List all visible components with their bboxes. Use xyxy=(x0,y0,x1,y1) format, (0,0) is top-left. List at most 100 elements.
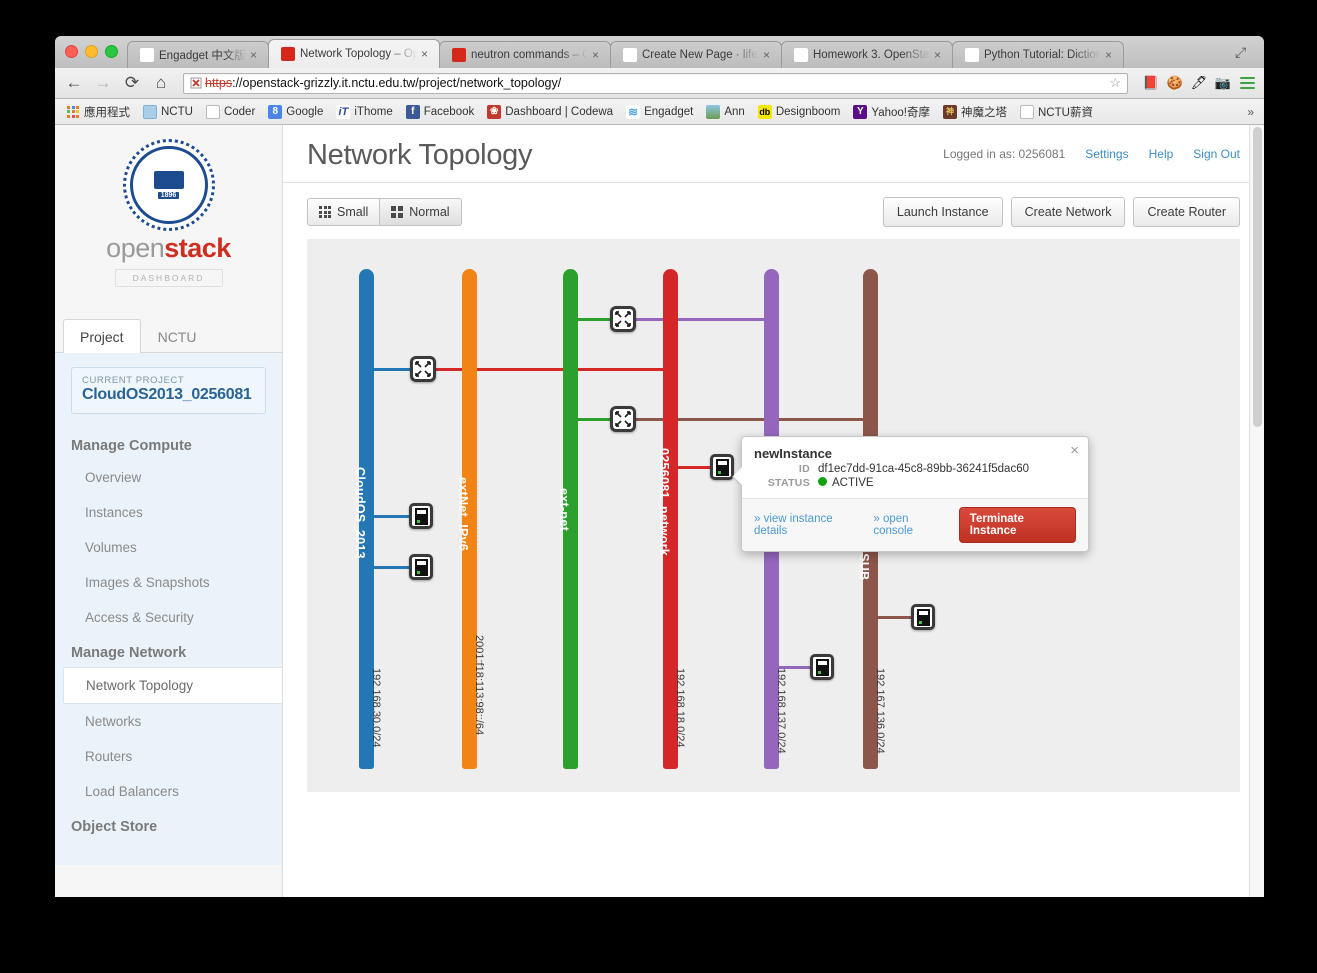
eyedropper-icon[interactable]: 🖊 xyxy=(1190,74,1208,92)
subnet-label: 2001:f18:113:98::/64 xyxy=(473,635,485,736)
close-icon[interactable]: × xyxy=(1070,443,1079,458)
bookmark-designboom[interactable]: db Designboom xyxy=(753,103,846,121)
bookmark-google[interactable]: 8 Google xyxy=(263,103,328,121)
open-console-link[interactable]: » open console xyxy=(873,513,944,537)
content-header: Network Topology Logged in as: 0256081 S… xyxy=(283,125,1264,183)
bookmark-nctu[interactable]: NCTU xyxy=(138,103,198,121)
sidebar: 1896 openstack DASHBOARD Project NCTU CU… xyxy=(55,125,283,897)
sidebar-item-access-security[interactable]: Access & Security xyxy=(55,600,282,635)
bookmark-coder[interactable]: Coder xyxy=(201,103,260,121)
close-icon[interactable]: × xyxy=(1105,49,1115,61)
close-icon[interactable]: × xyxy=(763,49,773,61)
launch-instance-button[interactable]: Launch Instance xyxy=(882,197,1003,227)
settings-link[interactable]: Settings xyxy=(1085,147,1128,161)
home-button[interactable]: ⌂ xyxy=(150,72,172,94)
maximize-window-button[interactable] xyxy=(105,45,118,58)
view-small-label: Small xyxy=(337,205,369,219)
tab-nctu[interactable]: NCTU xyxy=(141,319,214,352)
current-project-box[interactable]: CURRENT PROJECT CloudOS2013_0256081 xyxy=(71,367,266,414)
view-small-button[interactable]: Small xyxy=(307,198,381,226)
popup-id-value: df1ec7dd-91ca-45c8-89bb-36241f5dac60 xyxy=(818,463,1029,475)
close-window-button[interactable] xyxy=(65,45,78,58)
instance-node[interactable] xyxy=(810,654,834,680)
minimize-window-button[interactable] xyxy=(85,45,98,58)
bookmark-facebook[interactable]: f Facebook xyxy=(401,103,480,121)
sign-out-link[interactable]: Sign Out xyxy=(1193,147,1240,161)
instance-node[interactable] xyxy=(409,503,433,529)
server-icon xyxy=(916,608,930,626)
instance-popup[interactable]: × newInstance ID df1ec7dd-91ca-45c8-89bb… xyxy=(732,436,1089,552)
bookmark-engadget[interactable]: ≋ Engadget xyxy=(621,103,698,121)
view-normal-button[interactable]: Normal xyxy=(380,198,462,226)
router-node[interactable] xyxy=(610,306,636,332)
tab-project[interactable]: Project xyxy=(63,319,141,353)
browser-toolbar: ← → ⟳ ⌂ https://openstack-grizzly.it.nct… xyxy=(55,68,1264,99)
bookmark-label: Dashboard | Codewa xyxy=(505,105,614,118)
facebook-icon: f xyxy=(405,104,420,119)
apps-grid-icon xyxy=(66,105,80,119)
browser-tab[interactable]: ≋ Engadget 中文版 × xyxy=(127,41,269,68)
browser-tab[interactable]: ◉ Homework 3. OpenStac × xyxy=(780,41,953,68)
bookmark-yahoo[interactable]: Y Yahoo!奇摩 xyxy=(848,102,935,122)
help-link[interactable]: Help xyxy=(1149,147,1174,161)
router-node[interactable] xyxy=(610,406,636,432)
forward-button[interactable]: → xyxy=(92,72,114,94)
bookmark-label: iThome xyxy=(354,105,393,118)
back-button[interactable]: ← xyxy=(63,72,85,94)
cookie-icon[interactable]: 🍪 xyxy=(1166,74,1184,92)
instance-node[interactable] xyxy=(911,604,935,630)
bookmark-label: Coder xyxy=(223,105,256,118)
brand-logo[interactable]: 1896 openstack DASHBOARD xyxy=(55,125,282,293)
popup-id-row: ID df1ec7dd-91ca-45c8-89bb-36241f5dac60 xyxy=(754,463,1076,475)
close-icon[interactable]: × xyxy=(421,48,431,60)
browser-window: ≋ Engadget 中文版 × Network Topology – Op ×… xyxy=(55,36,1264,897)
browser-tab[interactable]: ◉ Create New Page · life1 × xyxy=(609,41,782,68)
terminate-instance-button[interactable]: Terminate Instance xyxy=(958,507,1076,543)
sidebar-item-images-snapshots[interactable]: Images & Snapshots xyxy=(55,565,282,600)
bookmark-tower[interactable]: 神 神魔之塔 xyxy=(938,102,1012,122)
close-icon[interactable]: × xyxy=(592,49,602,61)
sidebar-item-volumes[interactable]: Volumes xyxy=(55,530,282,565)
primary-actions: Launch Instance Create Network Create Ro… xyxy=(882,197,1240,227)
browser-tab[interactable]: neutron commands – O × xyxy=(438,41,611,68)
bookmark-nctu-salary[interactable]: NCTU薪資 xyxy=(1015,102,1098,122)
sidebar-item-overview[interactable]: Overview xyxy=(55,460,282,495)
router-node[interactable] xyxy=(410,356,436,382)
book-icon[interactable]: 📕 xyxy=(1142,74,1160,92)
create-router-button[interactable]: Create Router xyxy=(1133,197,1240,227)
instance-node[interactable] xyxy=(409,554,433,580)
browser-tab-active[interactable]: Network Topology – Op × xyxy=(267,39,440,68)
reload-button[interactable]: ⟳ xyxy=(121,72,143,94)
camera-icon[interactable]: 📷 xyxy=(1214,74,1232,92)
instance-node-newinstance[interactable] xyxy=(710,454,734,480)
bookmark-codewars[interactable]: ❀ Dashboard | Codewa xyxy=(482,103,618,121)
create-network-button[interactable]: Create Network xyxy=(1010,197,1126,227)
openstack-wordmark: openstack xyxy=(55,235,282,262)
topology-canvas[interactable]: CloudOS_2013 192.168.30.0/24 extNet_IPv6… xyxy=(307,239,1240,792)
view-instance-details-link[interactable]: » view instance details xyxy=(754,513,859,537)
bookmarks-bar: 應用程式 NCTU Coder 8 Google iT iThome f Fac… xyxy=(55,99,1264,125)
sidebar-item-networks[interactable]: Networks xyxy=(55,704,282,739)
browser-tab[interactable]: ⓦ Python Tutorial: Diction × xyxy=(951,41,1124,68)
bookmark-apps[interactable]: 應用程式 xyxy=(61,102,135,122)
page-scrollbar[interactable] xyxy=(1249,125,1264,897)
scrollbar-thumb[interactable] xyxy=(1253,127,1262,427)
fullscreen-icon[interactable]: ⤢ xyxy=(1235,44,1255,61)
bookmarks-overflow-icon[interactable]: » xyxy=(1247,105,1258,119)
bookmark-ann[interactable]: Ann xyxy=(701,103,749,121)
close-icon[interactable]: × xyxy=(250,49,260,61)
sidebar-item-network-topology[interactable]: Network Topology xyxy=(63,667,282,704)
server-icon xyxy=(414,507,428,525)
bookmark-star-icon[interactable]: ☆ xyxy=(1109,75,1121,91)
window-controls[interactable] xyxy=(65,45,118,58)
popup-instance-name: newInstance xyxy=(754,446,833,461)
close-icon[interactable]: × xyxy=(934,49,944,61)
address-bar[interactable]: https://openstack-grizzly.it.nctu.edu.tw… xyxy=(183,72,1128,94)
sidebar-item-routers[interactable]: Routers xyxy=(55,739,282,774)
sidebar-item-load-balancers[interactable]: Load Balancers xyxy=(55,774,282,809)
wordpress-icon: ⓦ xyxy=(964,48,979,62)
menu-icon[interactable] xyxy=(1238,74,1256,92)
sidebar-item-instances[interactable]: Instances xyxy=(55,495,282,530)
insecure-certificate-icon[interactable] xyxy=(190,77,204,89)
bookmark-ithome[interactable]: iT iThome xyxy=(331,103,397,121)
